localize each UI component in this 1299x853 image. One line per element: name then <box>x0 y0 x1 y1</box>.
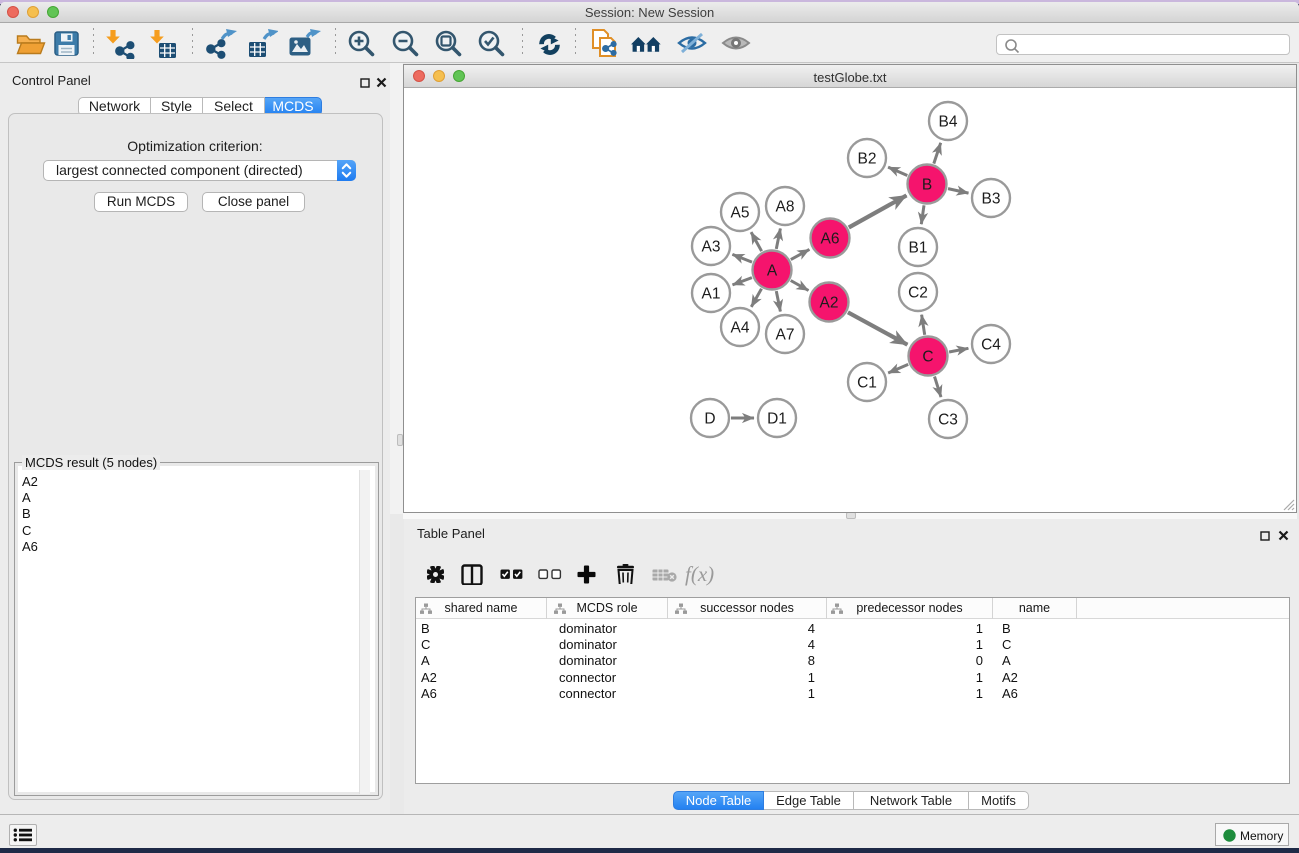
svg-text:D: D <box>704 410 715 427</box>
svg-text:A1: A1 <box>701 285 720 302</box>
svg-text:A4: A4 <box>730 319 749 336</box>
svg-text:B3: B3 <box>981 190 1000 207</box>
svg-text:C: C <box>922 348 933 365</box>
svg-text:A7: A7 <box>775 326 794 343</box>
svg-text:C4: C4 <box>981 336 1001 353</box>
svg-text:B4: B4 <box>938 113 957 130</box>
svg-text:A3: A3 <box>701 238 720 255</box>
svg-text:C1: C1 <box>857 374 877 391</box>
svg-text:D1: D1 <box>767 410 787 427</box>
svg-text:C3: C3 <box>938 411 958 428</box>
svg-text:B: B <box>921 176 931 193</box>
svg-text:A5: A5 <box>730 204 749 221</box>
svg-text:A: A <box>766 262 777 279</box>
svg-text:A2: A2 <box>819 294 838 311</box>
svg-text:A8: A8 <box>775 198 794 215</box>
svg-text:A6: A6 <box>820 230 839 247</box>
svg-text:B1: B1 <box>908 239 927 256</box>
svg-text:B2: B2 <box>857 150 876 167</box>
svg-text:C2: C2 <box>908 284 928 301</box>
